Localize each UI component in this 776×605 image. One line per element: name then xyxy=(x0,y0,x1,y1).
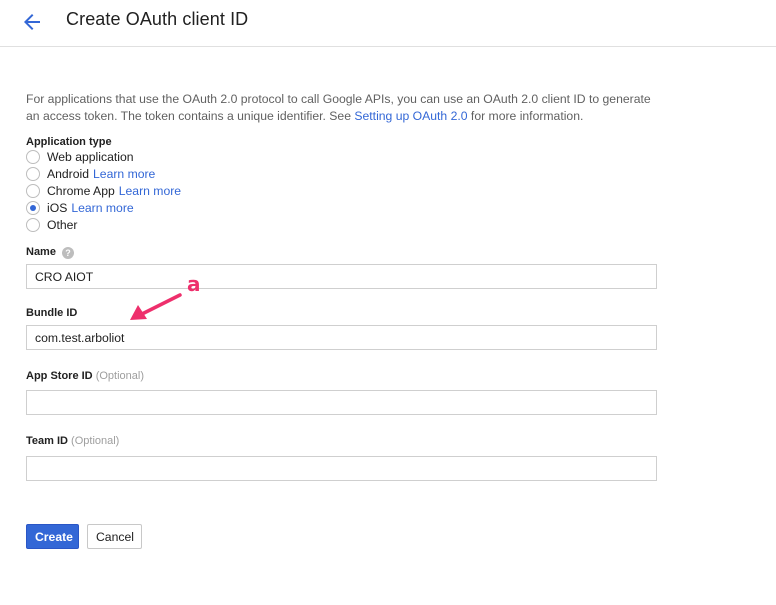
name-label: Name? xyxy=(26,246,74,259)
radio-label: iOS xyxy=(47,200,68,215)
intro-text-end: for more information. xyxy=(467,109,584,123)
optional-hint: (Optional) xyxy=(71,435,120,447)
radio-button-selected[interactable] xyxy=(26,200,40,215)
learn-more-link[interactable]: Learn more xyxy=(71,201,133,215)
radio-label: Web application xyxy=(47,149,134,164)
app-store-id-input[interactable] xyxy=(26,390,657,415)
create-button[interactable]: Create xyxy=(26,524,79,549)
optional-hint: (Optional) xyxy=(95,370,144,382)
name-input[interactable] xyxy=(26,264,657,289)
radio-label: Android xyxy=(47,166,90,181)
learn-more-link[interactable]: Learn more xyxy=(119,184,181,198)
page-title: Create OAuth client ID xyxy=(66,9,249,29)
setting-up-oauth-link[interactable]: Setting up OAuth 2.0 xyxy=(354,109,467,123)
bundle-id-input[interactable] xyxy=(26,325,657,350)
radio-label: Chrome App xyxy=(47,183,115,198)
radio-option-web-application[interactable]: Web application xyxy=(26,148,134,165)
app-store-id-label: App Store ID (Optional) xyxy=(26,370,144,382)
radio-button[interactable] xyxy=(26,166,40,181)
arrow-left-icon[interactable] xyxy=(20,10,44,34)
bundle-id-label: Bundle ID xyxy=(26,307,78,319)
annotation-label: a xyxy=(187,272,201,296)
learn-more-link[interactable]: Learn more xyxy=(93,167,155,181)
radio-option-ios[interactable]: iOS Learn more xyxy=(26,199,134,216)
app-store-id-label-text: App Store ID xyxy=(26,370,93,382)
question-circle-icon[interactable]: ? xyxy=(61,247,74,259)
page-header: Create OAuth client ID xyxy=(0,0,776,47)
radio-label: Other xyxy=(47,217,78,232)
radio-option-chrome-app[interactable]: Chrome App Learn more xyxy=(26,182,181,199)
annotation-arrow-icon xyxy=(130,293,182,320)
intro-text: For applications that use the OAuth 2.0 … xyxy=(26,91,666,125)
radio-option-android[interactable]: Android Learn more xyxy=(26,165,155,182)
team-id-label: Team ID (Optional) xyxy=(26,435,119,447)
radio-button[interactable] xyxy=(26,217,40,232)
name-label-text: Name xyxy=(26,246,56,258)
radio-option-other[interactable]: Other xyxy=(26,216,77,233)
team-id-label-text: Team ID xyxy=(26,435,68,447)
radio-button[interactable] xyxy=(26,149,40,164)
radio-button[interactable] xyxy=(26,183,40,198)
cancel-button[interactable]: Cancel xyxy=(87,524,142,549)
application-type-label: Application type xyxy=(26,136,112,148)
team-id-input[interactable] xyxy=(26,456,657,481)
